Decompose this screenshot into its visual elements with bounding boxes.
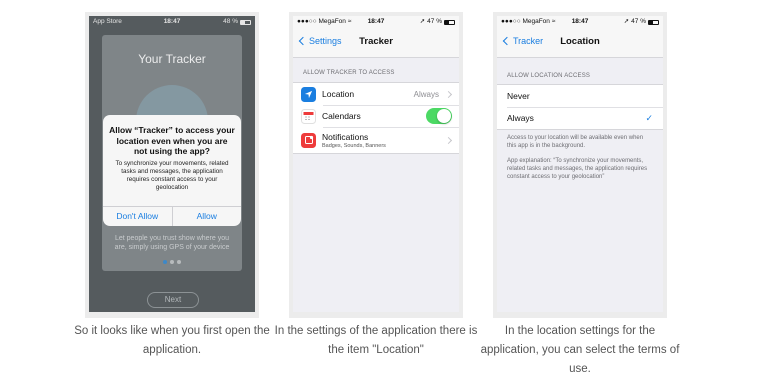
caption-app-settings: In the settings of the application there…: [274, 325, 478, 356]
location-arrow-icon: [301, 86, 316, 102]
status-bar: ●●●○○ MegaFon ≈ 18:47 ➚ 47 %: [293, 16, 459, 28]
status-battery-percent: 48 %: [223, 18, 238, 25]
row-label: Location: [322, 89, 355, 99]
notifications-icon: [301, 132, 316, 148]
settings-group: Location Always Calendars Notifications …: [293, 82, 459, 154]
page-indicator: [102, 260, 242, 264]
option-never[interactable]: Never: [497, 85, 663, 107]
status-battery-percent: 47 %: [427, 18, 442, 25]
location-services-icon: ➚: [419, 18, 426, 25]
option-always[interactable]: Always ✓: [497, 107, 663, 129]
next-button[interactable]: Next: [147, 292, 199, 308]
page-dot-active: [163, 260, 167, 264]
row-label: Calendars: [322, 111, 361, 121]
section-header: ALLOW LOCATION ACCESS: [507, 73, 591, 79]
checkmark-icon: ✓: [645, 112, 653, 123]
settings-row-notifications[interactable]: Notifications Badges, Sounds, Banners: [293, 127, 459, 153]
status-battery-percent: 47 %: [631, 18, 646, 25]
page-dot: [170, 260, 174, 264]
alert-message: To synchronize your movements, related t…: [115, 160, 229, 191]
chevron-right-icon: [444, 90, 453, 98]
phone-screen-first-launch: App Store 18:47 48 % Your Tracker Let pe…: [89, 16, 255, 312]
alert-buttons: Don't Allow Allow: [103, 206, 241, 226]
location-footnote: Access to your location will be availabl…: [507, 135, 644, 149]
page-dot: [177, 260, 181, 264]
option-label: Never: [507, 91, 530, 101]
calendars-toggle[interactable]: [426, 108, 452, 124]
navigation-bar: Settings Tracker: [293, 28, 459, 58]
screenshot-card-first-launch: App Store 18:47 48 % Your Tracker Let pe…: [85, 12, 259, 318]
page-title: Location: [560, 36, 600, 47]
caption-location-settings: In the location settings for the applica…: [480, 325, 680, 375]
onboarding-title: Your Tracker: [138, 52, 206, 66]
app-explanation: App explanation: “To synchronize your mo…: [507, 158, 648, 180]
battery-icon: [240, 19, 251, 25]
phone-screen-app-settings: ●●●○○ MegaFon ≈ 18:47 ➚ 47 % Settings Tr…: [293, 16, 459, 312]
settings-row-calendars: Calendars: [293, 105, 459, 127]
row-label: Notifications: [322, 131, 369, 142]
allow-button[interactable]: Allow: [171, 207, 242, 226]
battery-icon: [648, 19, 659, 25]
phone-screen-location-settings: ●●●○○ MegaFon ≈ 18:47 ➚ 47 % Tracker Loc…: [497, 16, 663, 312]
screenshot-card-app-settings: ●●●○○ MegaFon ≈ 18:47 ➚ 47 % Settings Tr…: [289, 12, 463, 318]
location-services-icon: ➚: [623, 18, 630, 25]
row-sublabel: Badges, Sounds, Banners: [322, 142, 386, 149]
page-title: Tracker: [359, 36, 393, 47]
status-bar: App Store 18:47 48 %: [89, 16, 255, 28]
location-permission-alert: Allow “Tracker” to access your location …: [103, 115, 241, 226]
status-bar: ●●●○○ MegaFon ≈ 18:47 ➚ 47 %: [497, 16, 663, 28]
option-label: Always: [507, 113, 534, 123]
battery-icon: [444, 19, 455, 25]
alert-title: Allow “Tracker” to access your location …: [109, 125, 235, 156]
screenshot-card-location-settings: ●●●○○ MegaFon ≈ 18:47 ➚ 47 % Tracker Loc…: [493, 12, 667, 318]
navigation-bar: Tracker Location: [497, 28, 663, 58]
calendar-icon: [301, 108, 316, 124]
section-header: ALLOW TRACKER TO ACCESS: [303, 70, 395, 76]
caption-first-launch: So it looks like when you first open the…: [74, 325, 270, 356]
settings-row-location[interactable]: Location Always: [293, 83, 459, 105]
location-options-group: Never Always ✓: [497, 84, 663, 130]
dont-allow-button[interactable]: Don't Allow: [103, 207, 172, 226]
chevron-right-icon: [444, 136, 453, 144]
row-value: Always: [413, 89, 439, 99]
onboarding-text: Let people you trust show where you are,…: [114, 235, 230, 251]
